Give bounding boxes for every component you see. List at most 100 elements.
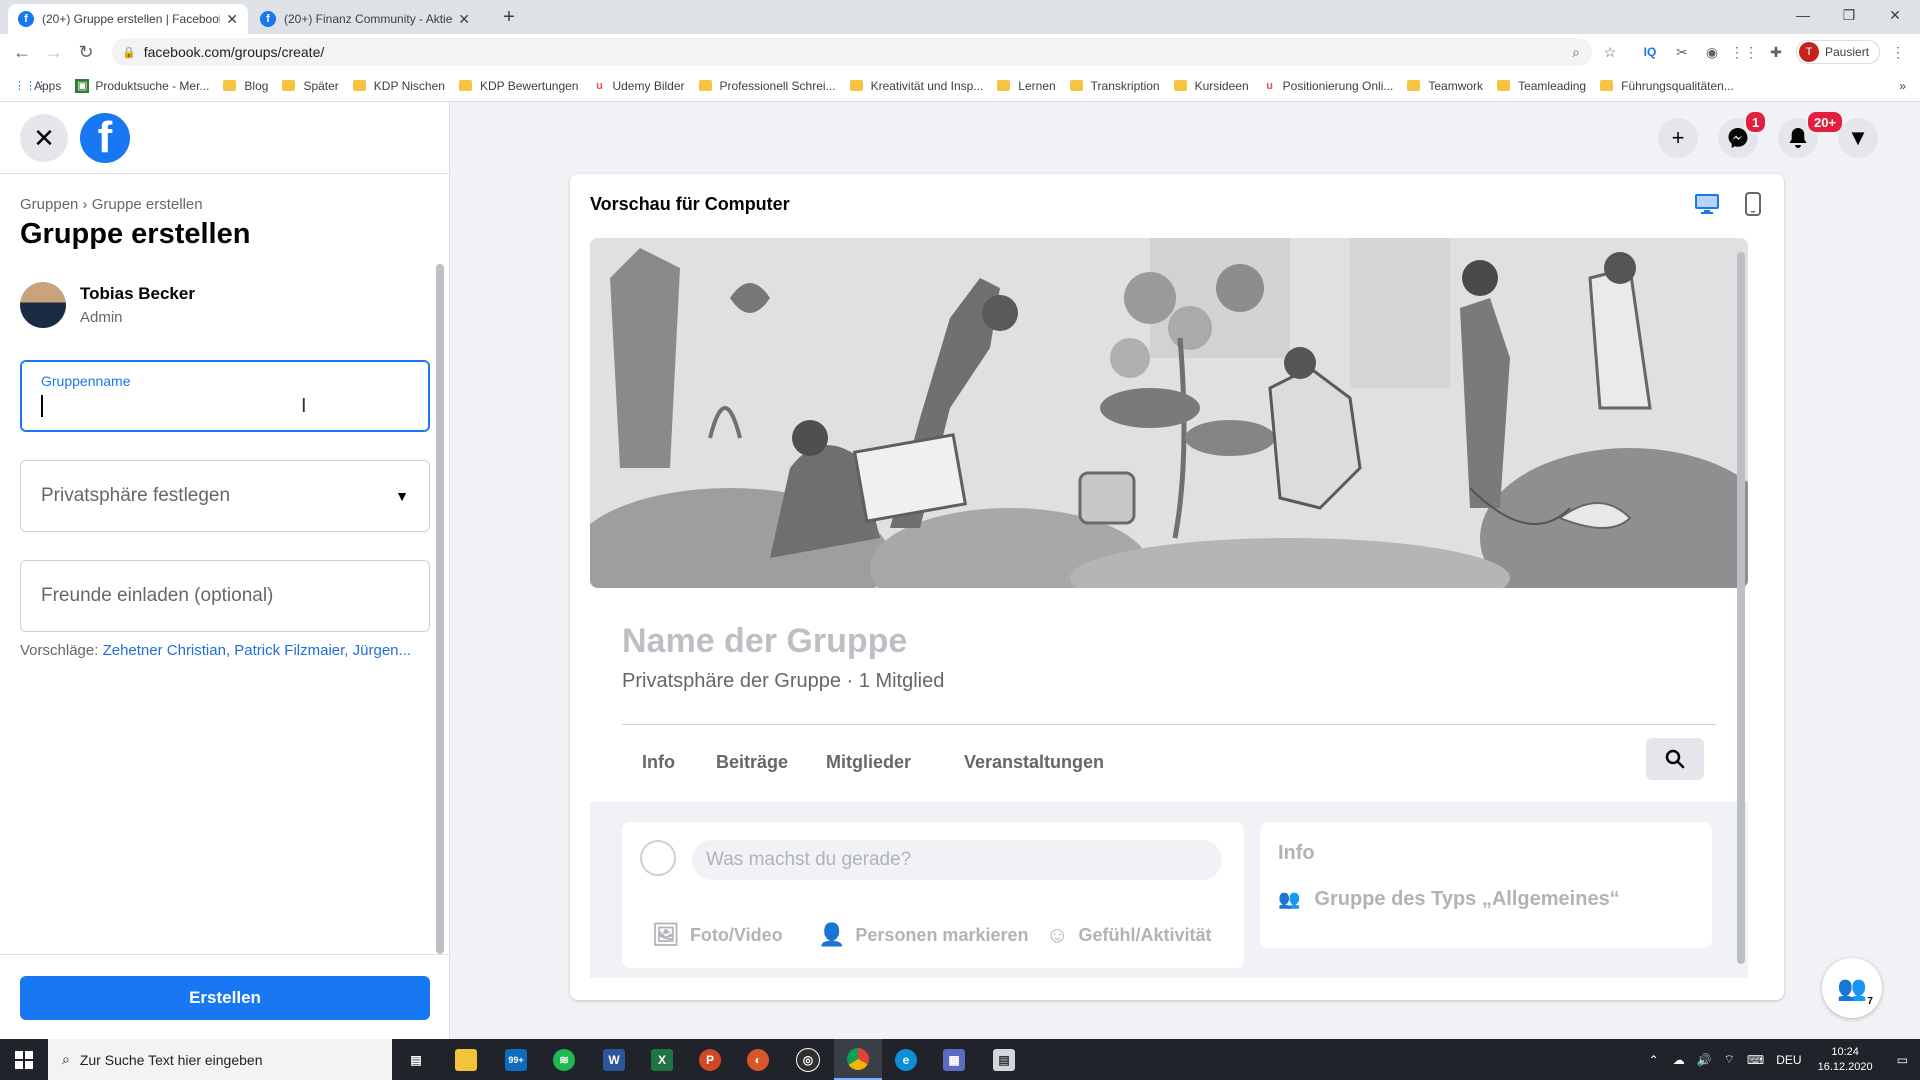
suggestions-label: Vorschläge: xyxy=(20,642,99,659)
minimize-window-button[interactable]: — xyxy=(1780,0,1826,30)
spotify-icon[interactable]: ≋ xyxy=(540,1039,588,1080)
folder-icon xyxy=(1407,80,1421,91)
extension-icon[interactable]: ◉ xyxy=(1702,42,1722,62)
preview-scrollbar[interactable] xyxy=(1734,238,1748,978)
invite-friends-field[interactable]: Freunde einladen (optional) xyxy=(20,560,430,632)
browser-menu-icon[interactable]: ⋮ xyxy=(1888,42,1908,62)
composer-avatar-icon xyxy=(640,840,676,876)
clock-time: 10:24 xyxy=(1831,1045,1859,1058)
preview-scrollbar-thumb[interactable] xyxy=(1737,252,1745,964)
text-caret xyxy=(41,395,43,417)
restore-window-button[interactable]: ❐ xyxy=(1826,0,1872,30)
app-icon[interactable]: ▤ xyxy=(980,1039,1028,1080)
new-tab-button[interactable]: + xyxy=(496,4,522,30)
close-tab-icon[interactable]: ✕ xyxy=(458,11,470,28)
iq-extension-icon[interactable]: IQ xyxy=(1640,42,1660,62)
account-menu-chevron-down-icon[interactable]: ▼ xyxy=(1838,118,1878,158)
tray-overflow-icon[interactable]: ⌃ xyxy=(1649,1053,1659,1067)
udemy-icon: u xyxy=(596,79,603,92)
bookmark-item[interactable]: u Udemy Bilder xyxy=(592,79,684,93)
create-button[interactable]: Erstellen xyxy=(20,976,430,1020)
bookmarks-bar: ⋮⋮⋮ Apps ▣ Produktsuche - Mer... Blog Spät… xyxy=(0,70,1920,102)
bookmark-item[interactable]: Später xyxy=(282,79,339,93)
word-icon[interactable]: W xyxy=(590,1039,638,1080)
close-icon[interactable]: ✕ xyxy=(20,114,68,162)
groups-people-icon[interactable]: 👥 7 xyxy=(1822,958,1882,1018)
bookmark-item[interactable]: Lernen xyxy=(997,79,1056,93)
taskbar-search[interactable]: ⌕ Zur Suche Text hier eingeben xyxy=(48,1039,392,1080)
network-icon[interactable]: ⌔ xyxy=(1724,1052,1735,1067)
mobile-phone-icon[interactable] xyxy=(1740,192,1766,216)
photo-icon: 🖼 xyxy=(652,922,680,947)
close-window-button[interactable]: ✕ xyxy=(1872,0,1918,30)
suggestion-names-link[interactable]: Zehetner Christian, Patrick Filzmaier, J… xyxy=(103,642,411,659)
group-people-icon: 👥 xyxy=(1278,889,1301,909)
bookmark-item[interactable]: ▣ Produktsuche - Mer... xyxy=(75,78,209,93)
chrome-icon[interactable] xyxy=(834,1039,882,1080)
user-name[interactable]: Tobias Becker xyxy=(80,284,195,304)
powerpoint-icon[interactable]: P xyxy=(686,1039,734,1080)
bookmark-item[interactable]: u Positionierung Onli... xyxy=(1263,79,1393,93)
panel-scrollbar[interactable] xyxy=(436,264,444,954)
obs-icon[interactable]: ◎ xyxy=(784,1039,832,1080)
bookmark-item[interactable]: Kreativität und Insp... xyxy=(849,79,983,93)
extension-icon[interactable]: ✂ xyxy=(1672,42,1692,62)
app-icon[interactable]: ▦ xyxy=(930,1039,978,1080)
tab-finanz-community[interactable]: f (20+) Finanz Community - Aktien ✕ xyxy=(250,4,480,34)
file-explorer-icon[interactable] xyxy=(442,1039,490,1080)
forward-button[interactable]: → xyxy=(42,40,66,64)
privacy-select[interactable]: Privatsphäre festlegen ▼ xyxy=(20,460,430,532)
mail-icon[interactable]: 99+ xyxy=(492,1039,540,1080)
bookmark-item[interactable]: Führungsqualitäten... xyxy=(1600,79,1734,93)
desktop-preview-card: Vorschau für Computer Name der Gruppe Pr… xyxy=(570,174,1784,1000)
tab-gruppe-erstellen[interactable]: f (20+) Gruppe erstellen | Facebook ✕ xyxy=(8,4,248,34)
folder-icon xyxy=(1173,80,1187,91)
address-bar[interactable]: 🔒 facebook.com/groups/create/ xyxy=(112,38,1592,66)
volume-icon[interactable]: 🔊 xyxy=(1697,1053,1712,1067)
browser-tab-bar: f (20+) Gruppe erstellen | Facebook ✕ f … xyxy=(0,0,1920,34)
bookmark-item[interactable]: Teamleading xyxy=(1497,79,1586,93)
create-plus-icon[interactable]: + xyxy=(1658,118,1698,158)
close-tab-icon[interactable]: ✕ xyxy=(226,11,238,28)
task-view-icon[interactable]: ▤ xyxy=(392,1039,440,1080)
facebook-logo[interactable]: f xyxy=(80,113,130,163)
avatar[interactable] xyxy=(20,282,66,328)
info-card-title: Info xyxy=(1278,842,1315,864)
clock[interactable]: 10:24 16.12.2020 xyxy=(1818,1045,1873,1075)
group-type-row: 👥 Gruppe des Typs „Allgemeines“ xyxy=(1278,888,1620,910)
profile-button[interactable]: T Pausiert xyxy=(1796,40,1880,64)
extensions-puzzle-icon[interactable]: ✚ xyxy=(1766,42,1786,62)
reload-button[interactable]: ↻ xyxy=(74,40,98,64)
site-icon: ▣ xyxy=(75,78,90,93)
facebook-favicon-icon: f xyxy=(260,11,276,27)
breadcrumb: Gruppen › Gruppe erstellen xyxy=(20,196,203,213)
back-button[interactable]: ← xyxy=(10,40,34,64)
extension-grid-icon[interactable]: ⋮⋮ xyxy=(1730,42,1758,62)
language-indicator[interactable]: DEU xyxy=(1776,1053,1801,1067)
info-card: Info 👥 Gruppe des Typs „Allgemeines“ xyxy=(1260,822,1712,948)
bookmark-item[interactable]: Kursideen xyxy=(1173,79,1249,93)
keyboard-icon[interactable]: ⌨ xyxy=(1747,1053,1764,1067)
dropdown-arrow-icon: ▼ xyxy=(395,488,409,504)
notification-center-icon[interactable]: ▭ xyxy=(1897,1053,1908,1067)
windows-start-icon[interactable] xyxy=(0,1039,48,1080)
bookmark-item[interactable]: Professionell Schrei... xyxy=(698,79,836,93)
bookmark-item[interactable]: Transkription xyxy=(1069,79,1160,93)
bookmark-apps[interactable]: ⋮⋮⋮ Apps xyxy=(14,79,61,93)
desktop-monitor-icon[interactable] xyxy=(1694,192,1720,216)
bookmark-item[interactable]: Blog xyxy=(223,79,268,93)
app-icon[interactable]: ◐ xyxy=(734,1039,782,1080)
more-bookmarks-icon[interactable]: » xyxy=(1899,79,1906,93)
excel-icon[interactable]: X xyxy=(638,1039,686,1080)
bookmark-item[interactable]: KDP Bewertungen xyxy=(458,79,578,93)
group-name-field[interactable]: Gruppenname I xyxy=(20,360,430,432)
breadcrumb-groups-link[interactable]: Gruppen xyxy=(20,196,78,213)
bookmark-item[interactable]: KDP Nischen xyxy=(352,79,445,93)
edge-icon[interactable]: e xyxy=(882,1039,930,1080)
composer-input: Was machst du gerade? xyxy=(692,840,1222,880)
zoom-icon[interactable]: ⌕ xyxy=(1566,42,1586,62)
bookmark-item[interactable]: Teamwork xyxy=(1407,79,1483,93)
bookmark-star-icon[interactable]: ☆ xyxy=(1600,42,1620,62)
onedrive-icon[interactable]: ☁ xyxy=(1673,1053,1685,1067)
search-icon xyxy=(1646,738,1704,780)
